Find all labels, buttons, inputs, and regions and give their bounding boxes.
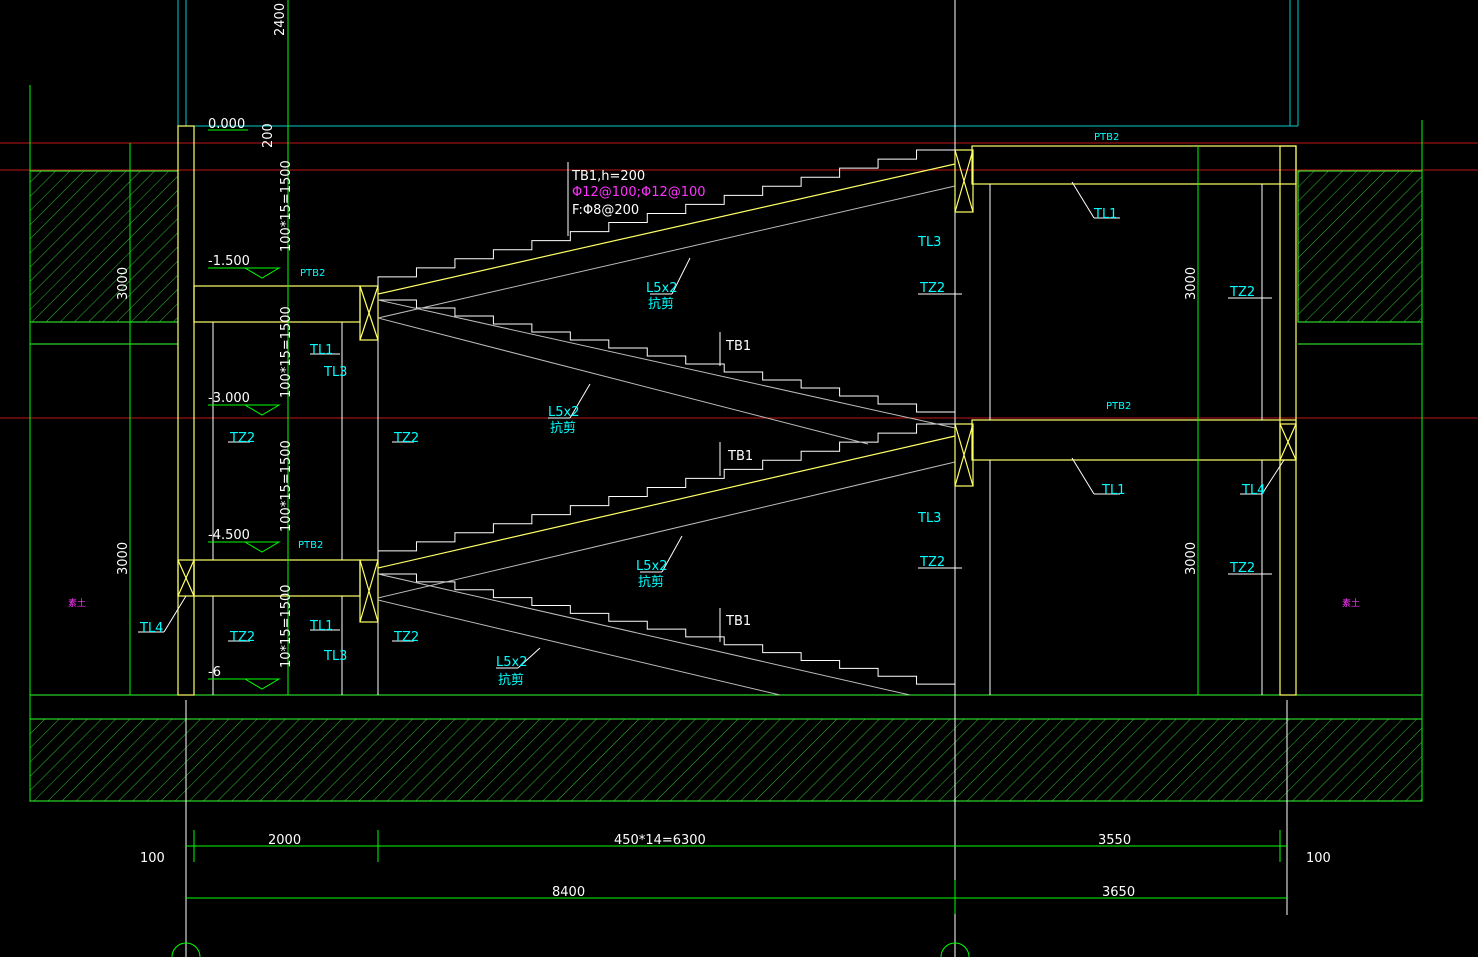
soil-mark-left: 素土 — [68, 597, 86, 609]
dim-right-3000-b: 3000 — [1184, 542, 1199, 575]
flight-down-2 — [378, 573, 956, 692]
tag-l5-sub-a: 抗剪 — [648, 296, 674, 312]
level-top: 0.000 — [208, 117, 245, 132]
soil-right-block — [1297, 170, 1423, 323]
note-tb1-c: TB1 — [725, 614, 751, 629]
leader-lines — [138, 162, 1285, 669]
tag-l5-sub-b: 抗剪 — [550, 420, 576, 436]
tag-tz2-h: TZ2 — [1229, 561, 1255, 576]
dim-right-3000-a: 3000 — [1184, 267, 1199, 300]
flight-down-1 — [378, 299, 956, 420]
note-tb1-f: F:Φ8@200 — [572, 203, 639, 218]
dim-flight-3: 100*15=1500 — [279, 440, 294, 532]
slab-line-a — [377, 163, 956, 295]
cad-stair-section: 0.000 -1.500 -3.000 -4.500 -6 2400 200 1… — [0, 0, 1478, 957]
tag-tl1-a: TL1 — [309, 343, 333, 358]
tag-ptb2-b: PTB2 — [298, 540, 323, 551]
tag-tl3-a: TL3 — [323, 365, 347, 380]
tag-tl4-b: TL4 — [1241, 483, 1265, 498]
dim-soil-3000-b: 3000 — [116, 542, 131, 575]
tag-tz2-a: TZ2 — [229, 431, 255, 446]
soil-marks: 素土 素土 — [68, 597, 1360, 609]
note-tb1-rebar: Φ12@100;Φ12@100 — [572, 185, 706, 200]
dim-flight-4: 10*15=1500 — [279, 584, 294, 668]
dim-flight-2: 100*15=1500 — [279, 306, 294, 398]
dim-seg-3550: 3550 — [1098, 833, 1131, 848]
stair-section-drawing: 0.000 -1.500 -3.000 -4.500 -6 2400 200 1… — [0, 0, 1478, 957]
level-bottom: -6 — [208, 665, 221, 680]
soil-left-block — [29, 170, 179, 323]
tag-tl1-d: TL1 — [1101, 483, 1125, 498]
tag-l5-sub-c: 抗剪 — [638, 574, 664, 590]
dim-left-offset: 100 — [140, 851, 165, 866]
tag-l5-b: L5x2 — [548, 405, 579, 420]
tag-tz2-b: TZ2 — [393, 431, 419, 446]
landing-left-lower — [193, 559, 361, 597]
dim-top-2400: 2400 — [273, 3, 288, 36]
dim-right-offset: 100 — [1306, 851, 1331, 866]
tag-ptb2-d: PTB2 — [1106, 401, 1131, 412]
tag-tl1-b: TL1 — [309, 619, 333, 634]
tag-tl3-d: TL3 — [917, 511, 941, 526]
tag-l5-d: L5x2 — [496, 655, 527, 670]
level-4500: -4.500 — [208, 528, 250, 543]
horizontal-dimension-text: 100 100 2000 450*14=6300 3550 8400 3650 — [140, 833, 1331, 900]
tag-ptb2-a: PTB2 — [300, 268, 325, 279]
tag-ptb2-c: PTB2 — [1094, 132, 1119, 143]
tag-tz2-e: TZ2 — [919, 281, 945, 296]
ground-hatch — [29, 718, 1423, 802]
tag-tl3-b: TL3 — [323, 649, 347, 664]
tag-tz2-g: TZ2 — [1229, 285, 1255, 300]
foundation-slab — [29, 694, 1423, 720]
cyan-frame — [177, 0, 1299, 127]
dim-total-8400: 8400 — [552, 885, 585, 900]
grid-lines — [185, 0, 1288, 957]
level-1500: -1.500 — [208, 254, 250, 269]
dim-flight-1: 100*15=1500 — [279, 160, 294, 252]
tag-tl4-a: TL4 — [139, 621, 163, 636]
note-tb1-b: TB1 — [727, 449, 753, 464]
note-tb1-a: TB1 — [725, 339, 751, 354]
tag-tl3-c: TL3 — [917, 235, 941, 250]
dim-200: 200 — [261, 123, 276, 148]
left-wall — [177, 125, 195, 696]
flight-up-2 — [377, 423, 955, 560]
tag-tz2-d: TZ2 — [393, 630, 419, 645]
tag-l5-c: L5x2 — [636, 559, 667, 574]
dim-soil-3000-a: 3000 — [116, 267, 131, 300]
slab-line-b — [377, 435, 956, 569]
dim-total-3650: 3650 — [1102, 885, 1135, 900]
tag-l5-sub-d: 抗剪 — [498, 672, 524, 688]
note-tb1-spec: TB1,h=200 — [571, 169, 645, 184]
landing-left-upper — [193, 285, 361, 323]
tag-tz2-f: TZ2 — [919, 555, 945, 570]
soil-mark-right: 素土 — [1342, 597, 1360, 609]
landing-right-upper — [971, 145, 1297, 185]
tag-l5-a: L5x2 — [646, 281, 677, 296]
dim-seg-2000: 2000 — [268, 833, 301, 848]
member-tags: PTB2 PTB2 PTB2 PTB2 TL1 TL1 TL1 TL1 TL3 … — [139, 132, 1265, 688]
level-3000: -3.000 — [208, 391, 250, 406]
flight-soffits — [377, 185, 956, 696]
tag-tz2-c: TZ2 — [229, 630, 255, 645]
landing-right-lower — [971, 419, 1297, 461]
stair-steps — [377, 149, 956, 692]
axis-bubbles — [171, 942, 970, 957]
dim-seg-6300: 450*14=6300 — [614, 833, 706, 848]
tag-tl1-c: TL1 — [1093, 207, 1117, 222]
